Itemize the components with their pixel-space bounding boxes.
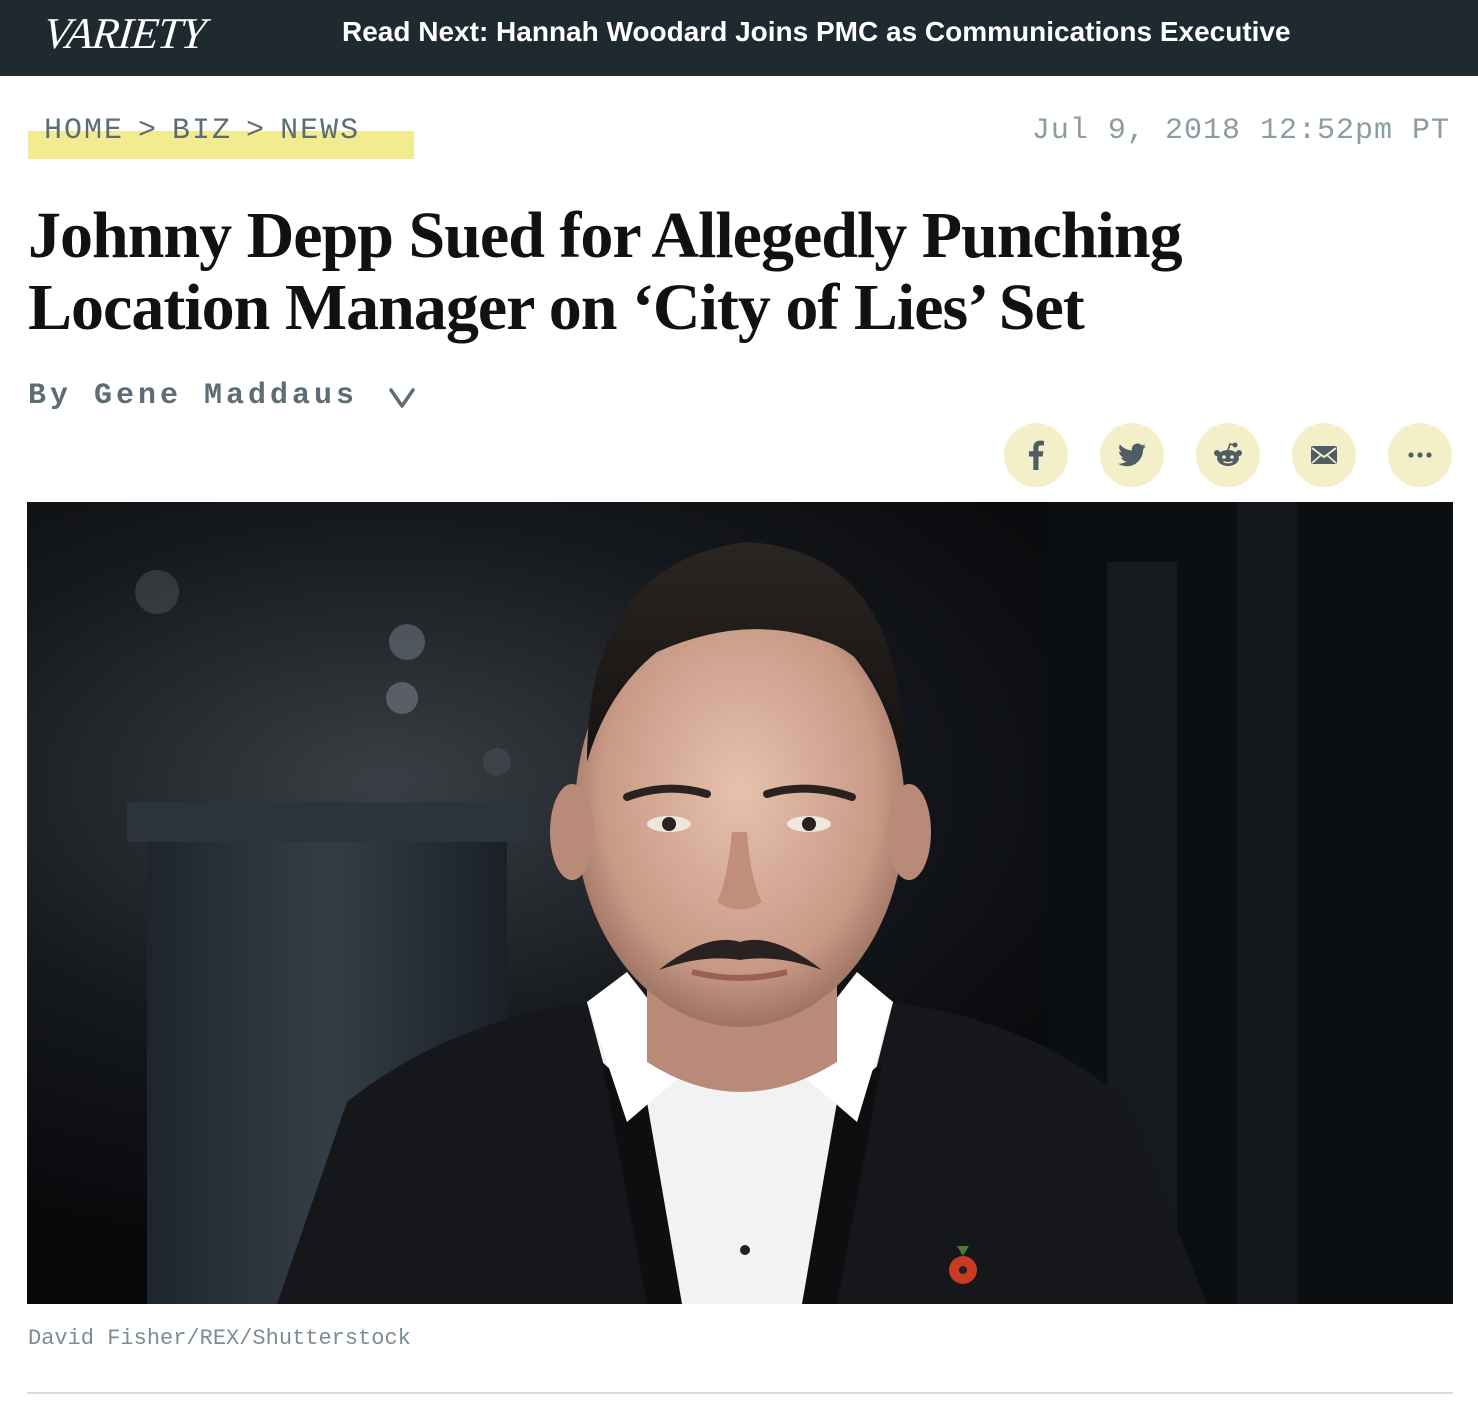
byline[interactable]: By Gene Maddaus xyxy=(28,379,358,413)
hero-image xyxy=(27,502,1453,1304)
facebook-icon xyxy=(1028,440,1044,470)
divider xyxy=(27,1392,1453,1394)
reddit-share-button[interactable] xyxy=(1196,423,1260,487)
breadcrumb-home[interactable]: HOME xyxy=(44,114,124,148)
email-icon xyxy=(1311,446,1337,464)
top-bar: VARIETY Read Next: Hannah Woodard Joins … xyxy=(0,0,1478,76)
more-share-button[interactable] xyxy=(1388,423,1452,487)
facebook-share-button[interactable] xyxy=(1004,423,1068,487)
breadcrumb: HOME > BIZ > NEWS xyxy=(44,114,360,148)
publish-timestamp: Jul 9, 2018 12:52pm PT xyxy=(1031,114,1450,148)
breadcrumb-biz[interactable]: BIZ xyxy=(172,114,232,148)
article-headline: Johnny Depp Sued for Allegedly Punching … xyxy=(28,200,1348,344)
email-share-button[interactable] xyxy=(1292,423,1356,487)
image-caption: David Fisher/REX/Shutterstock xyxy=(28,1326,411,1351)
headline-line-2: Location Manager on ‘City of Lies’ Set xyxy=(28,271,1085,344)
breadcrumb-news[interactable]: NEWS xyxy=(280,114,360,148)
share-bar xyxy=(1004,423,1452,487)
headline-line-1: Johnny Depp Sued for Allegedly Punching xyxy=(28,199,1183,272)
portrait-photo xyxy=(27,502,1453,1304)
variety-logo[interactable]: VARIETY xyxy=(41,8,207,59)
breadcrumb-separator: > xyxy=(246,114,267,148)
chevron-down-icon[interactable] xyxy=(388,386,416,410)
read-next-link[interactable]: Read Next: Hannah Woodard Joins PMC as C… xyxy=(342,16,1291,48)
reddit-icon xyxy=(1214,442,1242,466)
breadcrumb-separator: > xyxy=(138,114,159,148)
more-icon xyxy=(1408,452,1432,458)
twitter-icon xyxy=(1118,443,1146,467)
twitter-share-button[interactable] xyxy=(1100,423,1164,487)
